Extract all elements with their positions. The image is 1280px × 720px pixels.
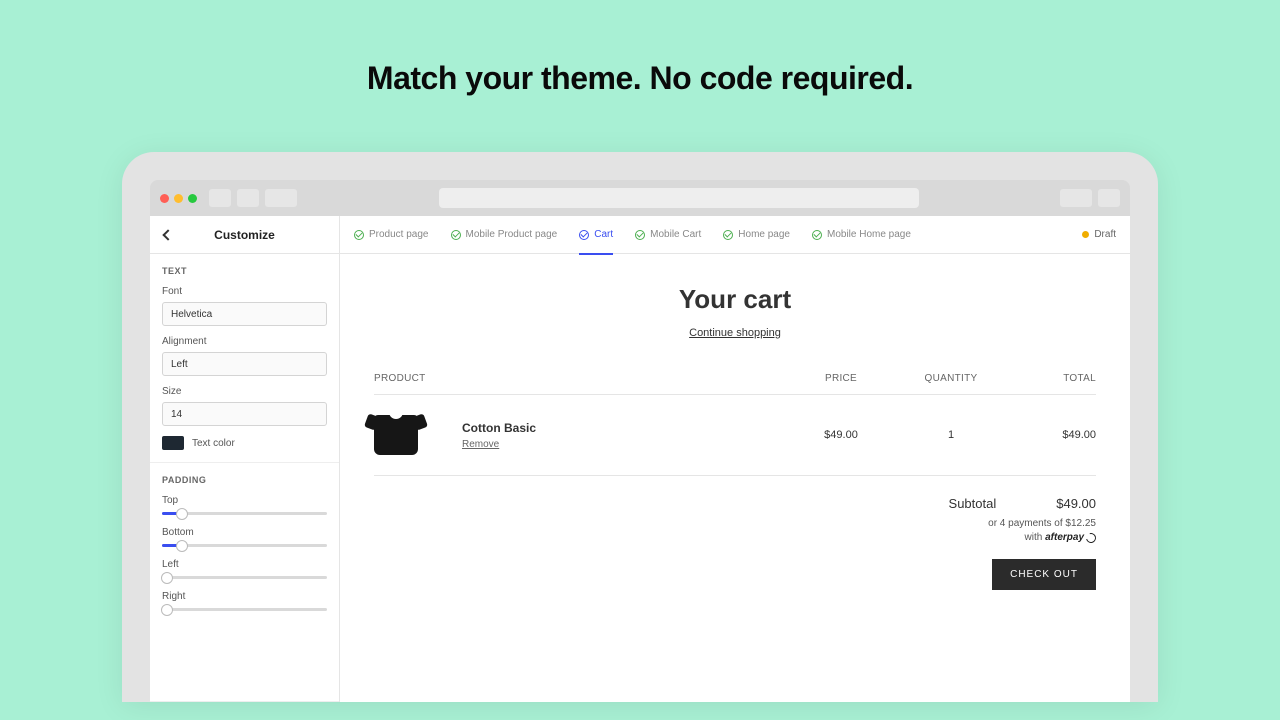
product-name: Cotton Basic (462, 421, 786, 435)
padding-top-slider[interactable] (162, 512, 327, 515)
checkout-button[interactable]: CHECK OUT (992, 559, 1096, 590)
padding-right-slider[interactable] (162, 608, 327, 611)
padding-left-slider[interactable] (162, 576, 327, 579)
tab-home-page[interactable]: Home page (723, 216, 790, 254)
device-frame: Customize TEXT Font Helvetica Alignment … (122, 152, 1158, 702)
tab-label: Home page (738, 229, 790, 240)
status-badge: Draft (1082, 229, 1116, 240)
item-total: $49.00 (1006, 429, 1096, 441)
col-total: TOTAL (1006, 373, 1096, 384)
text-color-label: Text color (192, 438, 235, 449)
app-container: Customize TEXT Font Helvetica Alignment … (150, 216, 1130, 702)
afterpay-text: afterpay (1045, 531, 1084, 545)
tab-mobile-cart[interactable]: Mobile Cart (635, 216, 701, 254)
cart-summary: Subtotal $49.00 or 4 payments of $12.25 … (374, 496, 1096, 590)
col-price: PRICE (786, 373, 896, 384)
sidebar-title: Customize (150, 228, 339, 242)
check-icon (354, 230, 364, 240)
customize-sidebar: Customize TEXT Font Helvetica Alignment … (150, 216, 340, 702)
afterpay-logo: afterpay (1045, 531, 1096, 545)
continue-shopping-link[interactable]: Continue shopping (374, 327, 1096, 339)
check-icon (635, 230, 645, 240)
col-product: PRODUCT (374, 373, 786, 384)
tab-product-page[interactable]: Product page (354, 216, 429, 254)
cart-preview: Your cart Continue shopping PRODUCT PRIC… (340, 254, 1130, 702)
cart-header-row: PRODUCT PRICE QUANTITY TOTAL (374, 373, 1096, 395)
tab-label: Product page (369, 229, 429, 240)
size-label: Size (162, 386, 327, 397)
check-icon (451, 230, 461, 240)
alignment-select[interactable]: Left (162, 352, 327, 376)
check-icon (723, 230, 733, 240)
table-row: Cotton Basic Remove $49.00 1 $49.00 (374, 395, 1096, 476)
padding-bottom-label: Bottom (162, 527, 327, 538)
padding-section-heading: PADDING (162, 475, 327, 485)
padding-left-label: Left (162, 559, 327, 570)
cart-title: Your cart (374, 284, 1096, 315)
item-quantity: 1 (896, 429, 1006, 441)
window-traffic-lights (160, 194, 197, 203)
nav-forward-button[interactable] (237, 189, 259, 207)
status-text: Draft (1094, 229, 1116, 240)
font-select[interactable]: Helvetica (162, 302, 327, 326)
nav-reload-button[interactable] (265, 189, 297, 207)
afterpay-loop-icon (1084, 531, 1098, 545)
tab-mobile-product-page[interactable]: Mobile Product page (451, 216, 558, 254)
tab-label: Mobile Home page (827, 229, 911, 240)
tab-label: Mobile Cart (650, 229, 701, 240)
installments-line1: or 4 payments of $12.25 (988, 518, 1096, 529)
status-dot-icon (1082, 231, 1089, 238)
padding-bottom-slider[interactable] (162, 544, 327, 547)
installments-text: or 4 payments of $12.25 with afterpay (988, 517, 1096, 545)
text-color-picker[interactable]: Text color (162, 436, 327, 450)
padding-right-label: Right (162, 591, 327, 602)
alignment-label: Alignment (162, 336, 327, 347)
close-window-button[interactable] (160, 194, 169, 203)
share-button[interactable] (1060, 189, 1092, 207)
browser-chrome (150, 180, 1130, 216)
tab-cart[interactable]: Cart (579, 216, 613, 254)
tab-label: Cart (594, 229, 613, 240)
check-icon (812, 230, 822, 240)
subtotal-value: $49.00 (1056, 496, 1096, 511)
tabs-button[interactable] (1098, 189, 1120, 207)
subtotal-label: Subtotal (949, 496, 997, 511)
size-input[interactable]: 14 (162, 402, 327, 426)
remove-link[interactable]: Remove (462, 439, 786, 450)
padding-section: PADDING Top Bottom Left (150, 463, 339, 702)
col-quantity: QUANTITY (896, 373, 1006, 384)
tab-mobile-home-page[interactable]: Mobile Home page (812, 216, 911, 254)
text-section: TEXT Font Helvetica Alignment Left Size … (150, 254, 339, 463)
item-price: $49.00 (786, 429, 896, 441)
page-tabs: Product page Mobile Product page Cart Mo… (340, 216, 1130, 254)
color-swatch (162, 436, 184, 450)
tab-label: Mobile Product page (466, 229, 558, 240)
text-section-heading: TEXT (162, 266, 327, 276)
page-headline: Match your theme. No code required. (0, 0, 1280, 143)
maximize-window-button[interactable] (188, 194, 197, 203)
url-bar[interactable] (439, 188, 919, 208)
font-label: Font (162, 286, 327, 297)
nav-back-button[interactable] (209, 189, 231, 207)
minimize-window-button[interactable] (174, 194, 183, 203)
padding-top-label: Top (162, 495, 327, 506)
main-area: Product page Mobile Product page Cart Mo… (340, 216, 1130, 702)
installments-prefix: with (1025, 532, 1043, 543)
sidebar-header: Customize (150, 216, 339, 254)
product-image (374, 409, 418, 461)
check-icon (579, 230, 589, 240)
